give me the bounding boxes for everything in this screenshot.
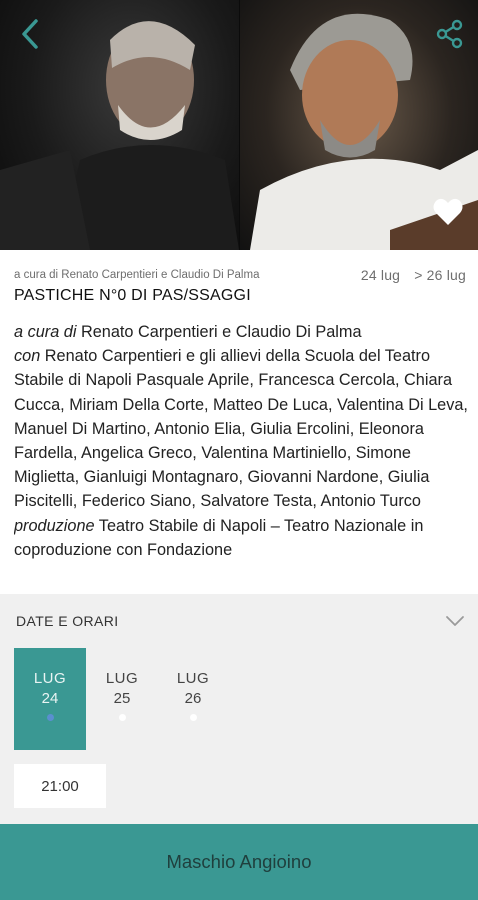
time-option[interactable]: 21:00	[14, 764, 106, 808]
collapse-toggle[interactable]	[442, 611, 468, 631]
date-month: LUG	[176, 670, 210, 687]
date-end: > 26 lug	[414, 267, 466, 283]
show-meta-row: a cura di Renato Carpentieri e Claudio D…	[14, 266, 466, 284]
performance-indicator	[118, 714, 126, 721]
chevron-left-icon	[22, 19, 38, 49]
share-icon	[436, 19, 463, 49]
share-button[interactable]	[430, 14, 470, 54]
date-start: 24 lug	[360, 267, 401, 283]
favorite-button[interactable]	[428, 192, 468, 232]
chevron-down-icon	[446, 616, 464, 626]
description-label: con	[14, 347, 41, 366]
date-month: LUG	[33, 670, 67, 687]
heart-icon	[433, 198, 463, 225]
back-button[interactable]	[10, 14, 50, 54]
description-line: produzione Teatro Stabile di Napoli – Te…	[14, 514, 468, 562]
schedule-header[interactable]: DATE E ORARI	[16, 610, 468, 632]
description-label: a cura di	[14, 323, 77, 341]
description-text: Renato Carpentieri e Claudio Di Palma	[76, 323, 362, 341]
description-label: produzione	[14, 516, 95, 535]
description-line: con Renato Carpentieri e gli allievi del…	[14, 344, 468, 513]
schedule-heading: DATE E ORARI	[16, 613, 119, 629]
description-text: Renato Carpentieri e gli allievi della S…	[14, 347, 468, 511]
date-day: 26	[184, 690, 202, 707]
date-month: LUG	[105, 670, 139, 687]
hero-image	[0, 0, 478, 250]
venue-label: Maschio Angioino	[166, 851, 312, 872]
date-day: 24	[41, 690, 59, 707]
date-option-25[interactable]: LUG 25	[86, 648, 158, 750]
performance-indicator	[46, 714, 54, 721]
venue-button[interactable]: Maschio Angioino	[0, 824, 478, 900]
schedule-panel: DATE E ORARI LUG 24 LUG 25 LUG 26 21:00	[0, 594, 478, 824]
date-option-26[interactable]: LUG 26	[157, 648, 229, 750]
date-option-24[interactable]: LUG 24	[14, 648, 86, 750]
show-date-range: 24 lug > 26 lug	[361, 267, 466, 283]
show-credit: a cura di Renato Carpentieri e Claudio D…	[14, 269, 260, 281]
description-line: a cura di Renato Carpentieri e Claudio D…	[14, 320, 468, 344]
date-day: 25	[113, 690, 131, 707]
performance-indicator	[189, 714, 197, 721]
show-title: PASTICHE N°0 DI PAS/SSAGGI	[14, 287, 251, 304]
show-description: a cura di Renato Carpentieri e Claudio D…	[14, 320, 468, 594]
